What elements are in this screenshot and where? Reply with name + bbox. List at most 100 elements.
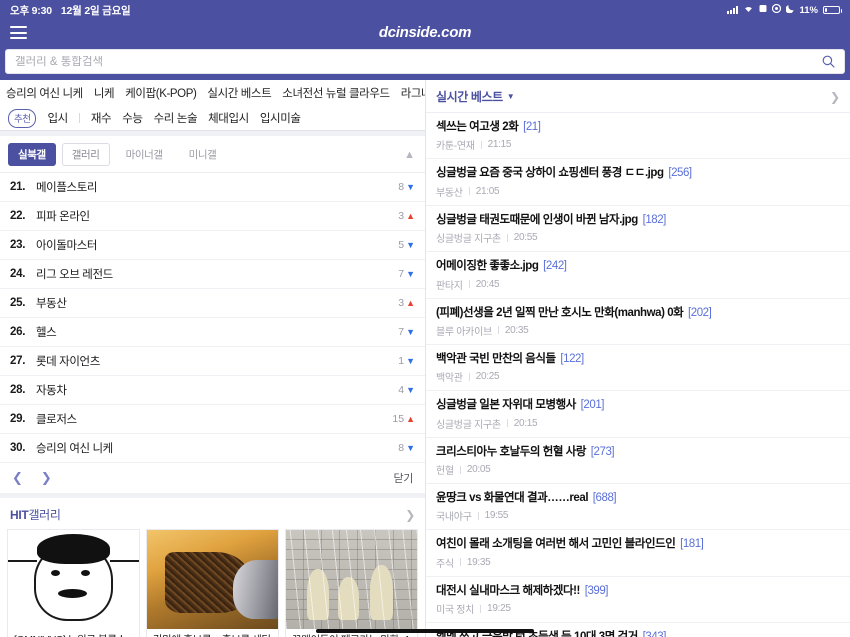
nav-item-4[interactable]: 소녀전선 뉴럴 클라우드 [282,85,390,101]
rank-row[interactable]: 24. 리그 오브 레전드 7 ▼ [0,260,425,289]
hit-gallery-card[interactable]: 간만에 홈브루 + 홈브루 세팅 + 홈브루 관련 잡담 [146,529,279,637]
search-icon[interactable] [822,55,835,68]
post-title: 어메이징한 좋좋소.jpg [242] [436,259,840,273]
chevron-up-icon[interactable]: ▲ [404,149,417,161]
rank-row[interactable]: 27. 롯데 자이언츠 1 ▼ [0,347,425,376]
rank-delta-value: 3 [398,210,405,222]
realtime-best-item[interactable]: 여친이 몰래 소개팅을 여러번 해서 고민인 블라인드인 [181] 주식 19:3… [426,530,850,577]
realtime-best-item[interactable]: 싱글벙글 요즘 중국 상하이 쇼핑센터 풍경 ㄷㄷ.jpg [256] 부동산 21… [426,159,850,206]
realtime-best-item[interactable]: 싱글벙글 일본 자위대 모병행사 [201] 싱글벙글 지구촌 20:15 [426,391,850,438]
post-gallery: 부동산 [436,187,463,199]
rank-gallery-name: 자동차 [36,385,67,397]
post-title-text: 어메이징한 좋좋소.jpg [436,260,539,273]
rank-row[interactable]: 22. 피파 온라인 3 ▲ [0,202,425,231]
rank-number: 26. [10,326,26,338]
post-meta: 미국 정치 19:25 [436,601,840,616]
post-gallery: 백악관 [436,373,463,385]
realtime-best-header[interactable]: 실시간 베스트 ▼ ❯ [426,80,850,113]
site-logo: dcinside.com [378,24,472,41]
nav-item-0[interactable]: 승리의 여신 니케 [6,85,83,101]
hit-gallery-card[interactable]: 꼬맹이들이 폐교가는 만화 -1 [285,529,418,637]
post-comment-count: [242] [540,260,567,273]
post-gallery: 싱글벙글 지구촌 [436,419,501,431]
nav-sub-item-4[interactable]: 체대입시 [208,110,249,126]
realtime-best-item[interactable]: 어메이징한 좋좋소.jpg [242] 판타지 20:45 [426,252,850,299]
gallery-nav: 승리의 여신 니케 니케 케이팝(K-POP) 실시간 베스트 소녀전선 뉴럴 클라우드… [0,80,425,131]
post-title-text: 크리스티아누 호날두의 헌혈 사랑 [436,445,587,458]
rank-gallery-name: 클로저스 [36,414,77,426]
post-time: 21:15 [487,139,512,151]
rank-row[interactable]: 26. 헬스 7 ▼ [0,318,425,347]
realtime-best-item[interactable]: 크리스티아누 호날두의 헌혈 사랑 [273] 헌혈 20:05 [426,438,850,484]
rank-close-button[interactable]: 닫기 [394,470,414,486]
post-title: 윤땅크 vs 화물연대 결과……real [688] [436,491,840,505]
status-bar: 오후 9:30 12월 2일 금요일 11% [0,0,850,20]
post-title: 섹쓰는 여고생 2화 [21] [436,120,840,134]
search-input[interactable] [15,55,822,68]
chevron-right-icon[interactable]: ❯ [405,508,415,522]
realtime-best-item[interactable]: 윤땅크 vs 화물연대 결과……real [688] 국내야구 19:55 [426,484,850,531]
rank-tab-2[interactable]: 마이너갤 [116,143,173,166]
alarm-icon [759,4,767,16]
rank-row[interactable]: 29. 클로저스 15 ▲ [0,405,425,434]
rank-row[interactable]: 23. 아이돌마스터 5 ▼ [0,231,425,260]
realtime-best-item[interactable]: 섹쓰는 여고생 2화 [21] 카툰-연재 21:15 [426,113,850,160]
post-meta: 싱글벙글 지구촌 20:55 [436,230,840,245]
arrow-down-icon: ▼ [406,355,415,366]
meta-divider [477,511,479,520]
realtime-best-item[interactable]: 대전시 실내마스크 해제하겠다!! [399] 미국 정치 19:25 [426,577,850,624]
nav-sub-item-3[interactable]: 수리 논술 [154,110,198,126]
post-title: 크리스티아누 호날두의 헌혈 사랑 [273] [436,445,840,459]
post-time: 20:35 [504,324,529,336]
rank-row[interactable]: 28. 자동차 4 ▼ [0,376,425,405]
realtime-best-item[interactable]: 백악관 국빈 만찬의 음식들 [122] 백악관 20:25 [426,345,850,392]
search-bar[interactable] [5,49,845,74]
nav-item-3[interactable]: 실시간 베스트 [207,85,271,101]
post-comment-count: [273] [588,445,615,458]
status-time: 오후 9:30 [10,4,52,17]
realtime-best-item[interactable]: (피폐)선생을 2년 일찍 만난 호시노 만화(manhwa) 0화 [202]… [426,299,850,345]
arrow-up-icon: ▲ [406,210,415,221]
hit-gallery-title-bold: HIT [10,507,29,522]
hit-gallery-header: HIT 갤러리 ❯ [0,498,425,529]
rank-number: 27. [10,355,26,367]
nav-item-5[interactable]: 라그나로크 아레나 [401,85,425,101]
post-time: 19:35 [466,556,491,568]
chevron-left-icon[interactable]: ❮ [12,470,23,486]
nav-item-2[interactable]: 케이팝(K-POP) [125,85,197,101]
meta-divider [480,140,482,149]
chevron-right-icon[interactable]: ❯ [830,90,840,104]
chevron-right-icon[interactable]: ❯ [41,470,52,486]
realtime-best-item[interactable]: 싱글벙글 태권도때문에 인생이 바뀐 남자.jpg [182] 싱글벙글 지구촌 2… [426,206,850,253]
thumbnail-image [8,530,139,629]
nav-sub-item-2[interactable]: 수능 [122,110,143,126]
rank-tab-1[interactable]: 갤러리 [61,143,110,166]
rank-gallery-name: 롯데 자이언츠 [36,356,100,368]
rank-tab-bar: 실북갤 갤러리 마이너갤 미니갤 ▲ [0,136,425,173]
caret-down-icon[interactable]: ▼ [507,92,515,101]
nav-item-1[interactable]: 니케 [94,85,115,101]
hamburger-menu-icon[interactable] [10,26,27,39]
recommend-badge: 추천 [8,108,37,128]
rank-tab-0[interactable]: 실북갤 [8,143,56,166]
rank-delta: 7 ▼ [398,268,415,280]
post-time: 20:15 [513,417,538,429]
nav-sub-item-0[interactable]: 입시 [47,110,68,126]
post-gallery: 카툰-연재 [436,141,475,153]
rank-gallery-name: 리그 오브 레전드 [36,269,113,281]
screenrecord-icon [771,3,781,16]
post-time: 19:25 [487,603,511,615]
hit-gallery-card[interactable]: [OMNIVUS] 노원구 블루스 [7,529,140,637]
nav-sub-item-5[interactable]: 입시미술 [260,110,301,126]
nav-sub-item-1[interactable]: 재수 [91,110,112,126]
content-body: 승리의 여신 니케 니케 케이팝(K-POP) 실시간 베스트 소녀전선 뉴럴 클라우드… [0,80,850,637]
meta-divider [468,280,470,288]
rank-delta: 7 ▼ [398,326,415,338]
hit-gallery-grid: [OMNIVUS] 노원구 블루스간만에 홈브루 + 홈브루 세팅 + 홈브루 … [0,529,425,637]
meta-divider [480,604,482,613]
rank-row[interactable]: 25. 부동산 3 ▲ [0,289,425,318]
rank-row[interactable]: 21. 메이플스토리 8 ▼ [0,173,425,202]
rank-row[interactable]: 30. 승리의 여신 니케 8 ▼ [0,434,425,463]
rank-tab-3[interactable]: 미니갤 [179,143,227,166]
post-comment-count: [201] [577,399,605,412]
